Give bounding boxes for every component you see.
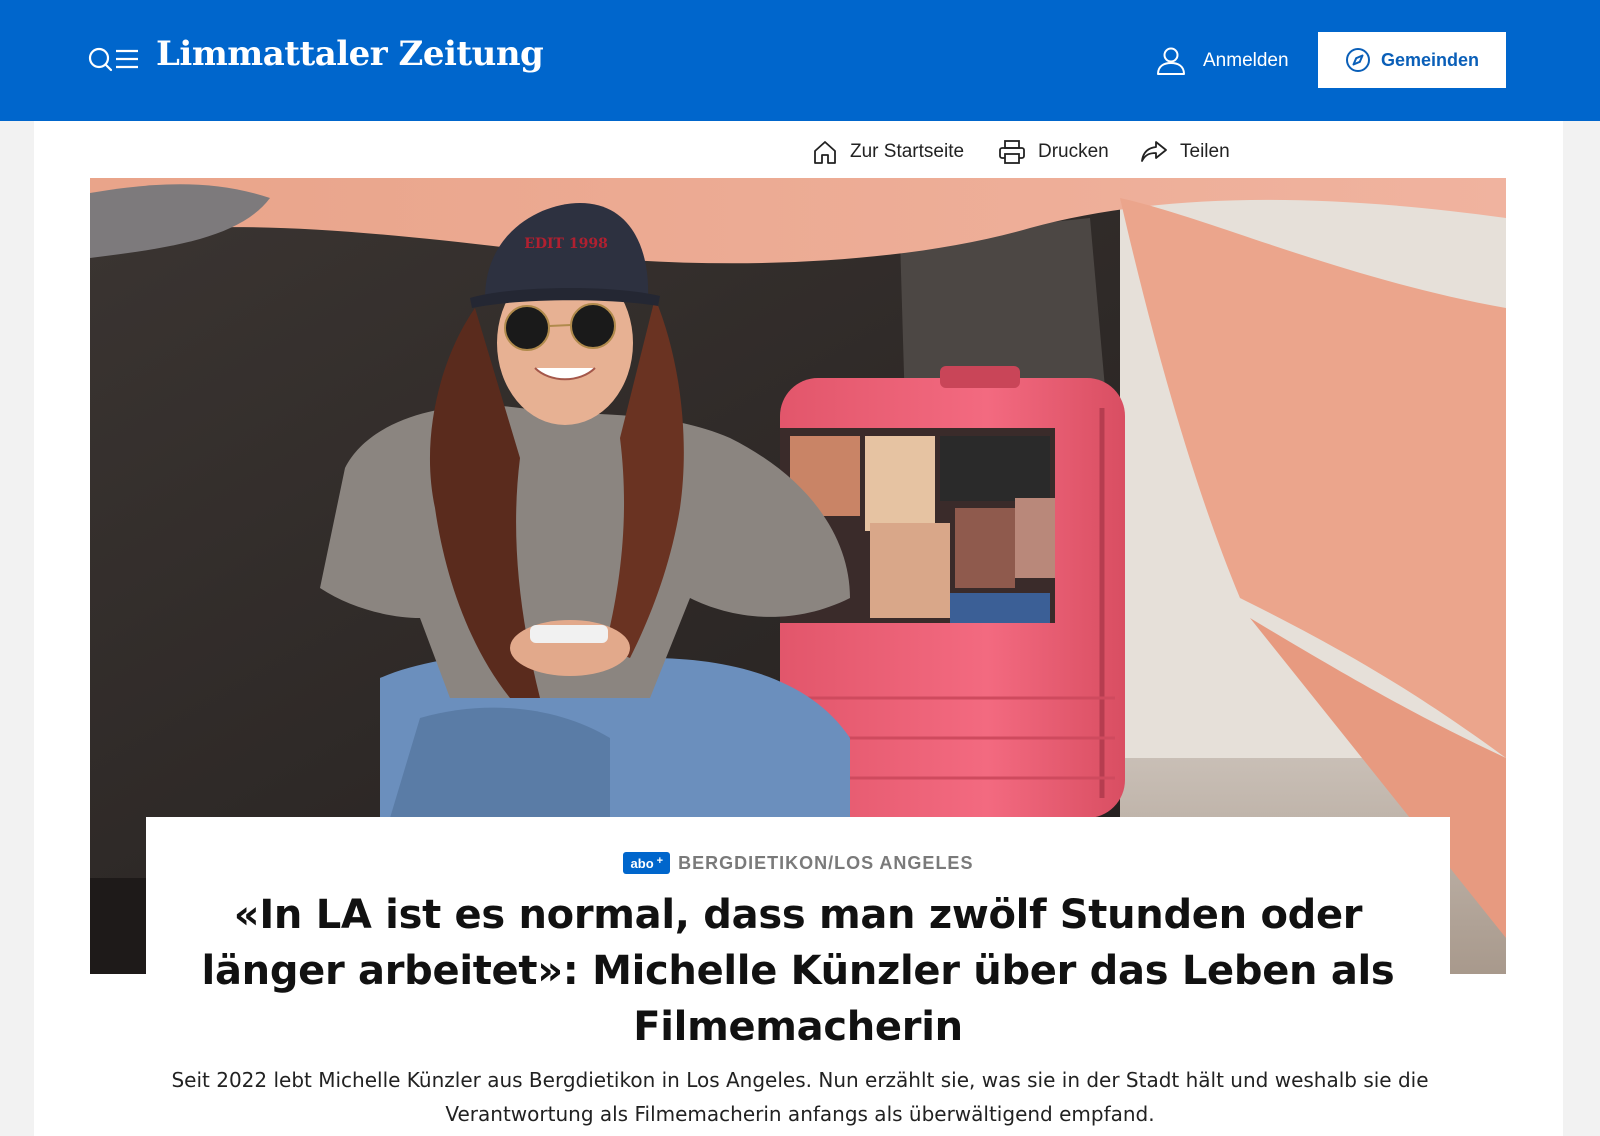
kicker-label: BERGDIETIKON/LOS ANGELES — [678, 852, 974, 873]
article-lead: Seit 2022 lebt Michelle Künzler aus Berg… — [171, 1068, 1429, 1126]
svg-text:EDIT 1998: EDIT 1998 — [524, 236, 608, 252]
gemeinden-button[interactable]: Gemeinden — [1318, 32, 1506, 88]
home-link[interactable]: Zur Startseite — [812, 133, 964, 171]
article-kicker: abo + BERGDIETIKON/LOS ANGELES — [146, 852, 1450, 874]
home-label: Zur Startseite — [850, 141, 965, 162]
abo-badge-plus: + — [656, 855, 664, 867]
login-label: Anmelden — [1203, 50, 1289, 71]
print-label: Drucken — [1038, 141, 1109, 162]
share-icon — [1141, 141, 1167, 162]
site-logo[interactable]: Limmattaler Zeitung — [156, 34, 544, 74]
home-icon — [814, 141, 836, 164]
share-button[interactable]: Teilen — [1140, 133, 1230, 171]
article-title: «In LA ist es normal, dass man zwölf Stu… — [201, 892, 1395, 1050]
login-link[interactable]: Anmelden — [1155, 40, 1289, 82]
user-icon — [1157, 47, 1185, 75]
search-icon — [88, 47, 138, 72]
print-button[interactable]: Drucken — [998, 133, 1109, 171]
compass-icon — [1345, 48, 1370, 72]
abo-badge-label: abo — [630, 855, 654, 871]
menu-icon — [116, 49, 138, 69]
share-label: Teilen — [1180, 141, 1230, 162]
top-navigation-bar: Limmattaler Zeitung Anmelden Gemeinden — [0, 0, 1600, 121]
search-menu-button[interactable] — [88, 44, 140, 74]
printer-icon — [999, 140, 1025, 164]
abo-plus-badge: abo + — [622, 852, 671, 874]
gemeinden-label: Gemeinden — [1380, 49, 1480, 70]
article-toolbar: Zur Startseite Drucken Teilen — [0, 133, 1600, 171]
